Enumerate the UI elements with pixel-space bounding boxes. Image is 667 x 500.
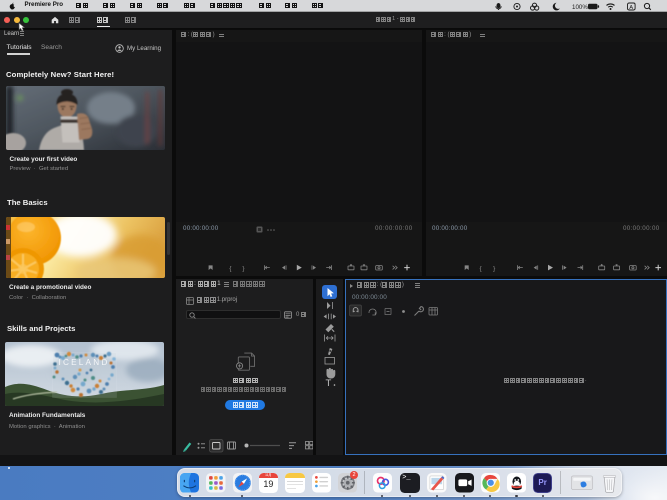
svg-text:{: {: [480, 265, 483, 272]
svg-text:100%: 100%: [572, 4, 588, 11]
svg-text:}: }: [242, 265, 245, 272]
svg-text:A: A: [629, 4, 633, 10]
svg-text:T: T: [325, 378, 331, 389]
svg-text:{: {: [229, 265, 232, 272]
svg-text:}: }: [493, 265, 496, 272]
